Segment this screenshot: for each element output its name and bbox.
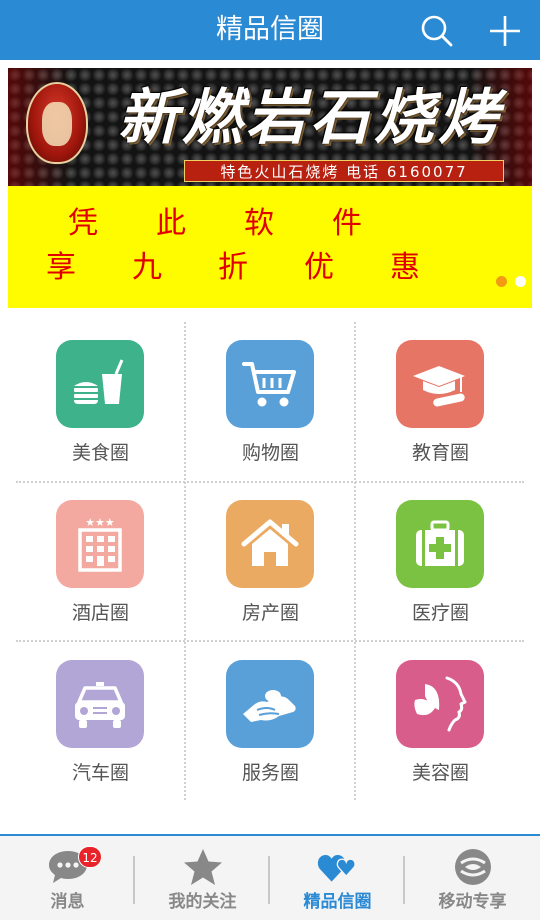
category-label: 购物圈: [241, 442, 299, 464]
beauty-face-icon: [396, 660, 484, 748]
tab-label: 精品信圈: [303, 892, 372, 912]
category-shopping[interactable]: 购物圈: [186, 322, 355, 481]
tab-messages[interactable]: 12 消息: [0, 836, 135, 920]
category-real-estate[interactable]: 房产圈: [186, 482, 355, 641]
service-hand-icon: [226, 660, 314, 748]
category-services[interactable]: 服务圈: [186, 642, 355, 801]
carousel-indicator: [496, 276, 526, 288]
tab-featured[interactable]: 精品信圈: [270, 836, 405, 920]
category-beauty[interactable]: 美容圈: [356, 642, 525, 801]
china-mobile-icon: [452, 846, 494, 888]
bottom-tab-bar: 12 消息 我的关注 精品信圈 移动专享: [0, 834, 540, 920]
promo-line-2: 享九折优惠: [46, 250, 476, 285]
category-label: 房产圈: [241, 602, 299, 624]
category-grid: 美食圈 购物圈 教育圈 ★★★ 酒店圈 房产圈 医疗圈 汽车圈 服务圈 美容圈: [16, 322, 524, 802]
car-icon: [56, 660, 144, 748]
hotel-icon: ★★★: [56, 500, 144, 588]
app-header: 精品信圈: [0, 0, 540, 60]
house-icon: [226, 500, 314, 588]
shopping-cart-icon: [226, 340, 314, 428]
category-hotel[interactable]: ★★★ 酒店圈: [16, 482, 185, 641]
first-aid-kit-icon: [396, 500, 484, 588]
banner-promo-area: 凭此软件 享九折优惠: [8, 186, 532, 308]
carousel-dot[interactable]: [515, 276, 526, 287]
svg-text:★★★: ★★★: [85, 516, 115, 529]
hearts-icon: [317, 846, 359, 888]
category-label: 酒店圈: [71, 602, 129, 624]
tab-following[interactable]: 我的关注: [135, 836, 270, 920]
category-food[interactable]: 美食圈: [16, 322, 185, 481]
search-icon: [421, 15, 453, 47]
category-label: 美食圈: [71, 442, 129, 464]
promo-line-1: 凭此软件: [68, 206, 420, 241]
banner-contact: 特色火山石烧烤 电话 6160077: [184, 160, 504, 182]
category-label: 服务圈: [241, 762, 299, 784]
carousel-dot-active[interactable]: [496, 276, 507, 287]
category-label: 医疗圈: [411, 602, 469, 624]
promo-banner[interactable]: 新燃岩石烧烤 特色火山石烧烤 电话 6160077 凭此软件 享九折优惠: [8, 68, 532, 308]
unread-badge: 12: [78, 846, 102, 868]
tab-label: 消息: [50, 892, 85, 912]
tab-label: 我的关注: [168, 892, 237, 912]
category-label: 美容圈: [411, 762, 469, 784]
category-auto[interactable]: 汽车圈: [16, 642, 185, 801]
search-button[interactable]: [414, 8, 460, 54]
tab-mobile-exclusive[interactable]: 移动专享: [405, 836, 540, 920]
add-button[interactable]: [482, 8, 528, 54]
category-label: 汽车圈: [71, 762, 129, 784]
graduation-cap-icon: [396, 340, 484, 428]
category-label: 教育圈: [411, 442, 469, 464]
plus-icon: [490, 16, 520, 46]
restaurant-logo: [26, 82, 88, 164]
banner-shop-name: 新燃岩石烧烤: [118, 83, 502, 153]
category-medical[interactable]: 医疗圈: [356, 482, 525, 641]
category-education[interactable]: 教育圈: [356, 322, 525, 481]
banner-sign-background: 新燃岩石烧烤 特色火山石烧烤 电话 6160077: [8, 68, 532, 186]
burger-drink-icon: [56, 340, 144, 428]
tab-label: 移动专享: [438, 892, 507, 912]
star-icon: [182, 846, 224, 888]
